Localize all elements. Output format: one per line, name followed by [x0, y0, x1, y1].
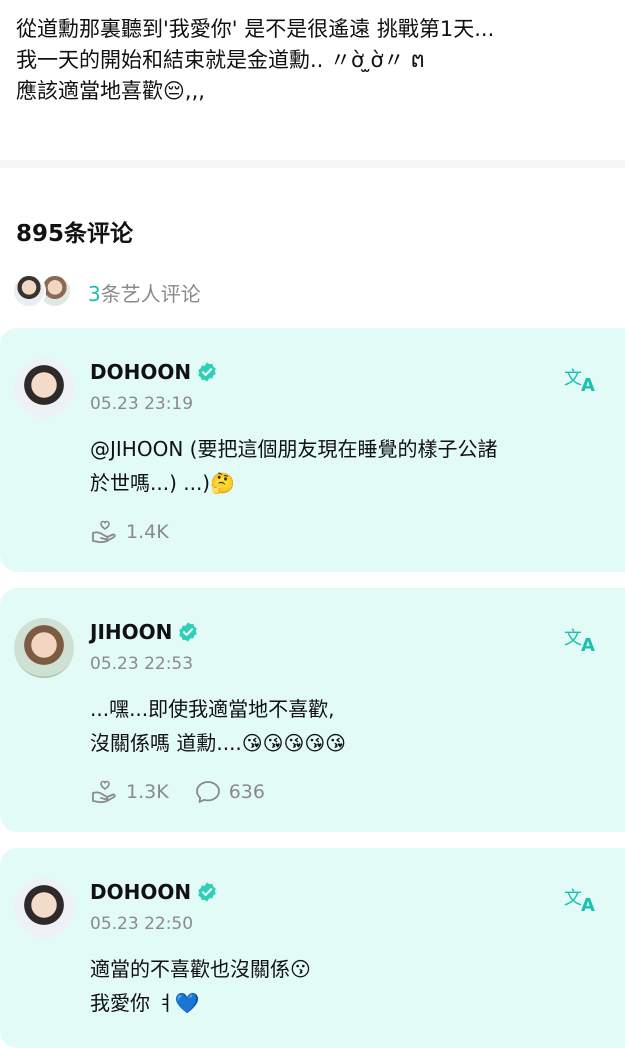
- comment-body: ...嘿...即使我適當地不喜歡, 沒關係嗎 道勳....😘😘😘😘😘: [90, 692, 610, 760]
- avatar[interactable]: [14, 618, 74, 678]
- comment-author[interactable]: DOHOON: [90, 360, 218, 384]
- comment-body: @JIHOON (要把這個朋友現在睡覺的樣子公諸 於世嗎...) ...)🤔: [90, 432, 610, 500]
- post-line: 應該適當地喜歡😔,,,: [16, 79, 205, 103]
- verified-badge-icon: [198, 362, 216, 382]
- artist-comment-count: 3: [88, 281, 101, 306]
- like-button[interactable]: 1.3K: [90, 779, 169, 805]
- svg-text:A: A: [581, 635, 595, 654]
- artist-comments-filter[interactable]: 3条艺人评论: [12, 272, 201, 312]
- hand-heart-icon: [92, 780, 116, 804]
- author-name: DOHOON: [90, 880, 192, 904]
- comment-time: 05.23 23:19: [90, 394, 194, 414]
- comment-author[interactable]: DOHOON: [90, 880, 218, 904]
- avatar[interactable]: [14, 878, 74, 938]
- svg-text:文: 文: [564, 888, 582, 909]
- comment-time: 05.23 22:50: [90, 914, 194, 934]
- comment-time: 05.23 22:53: [90, 654, 194, 674]
- speech-bubble-icon: [195, 781, 220, 803]
- reply-button[interactable]: 636: [195, 780, 265, 804]
- svg-text:A: A: [581, 375, 595, 394]
- hand-heart-icon: [92, 520, 116, 544]
- post-line: 我一天的開始和結束就是金道勳.. 〃ờ ̫ờ〃 ຕ: [16, 48, 425, 72]
- artist-comment-text: 条艺人评论: [100, 281, 201, 306]
- svg-text:文: 文: [564, 368, 582, 389]
- comment-author[interactable]: JIHOON: [90, 620, 199, 644]
- comment-line: 沒關係嗎 道勳....😘😘😘😘😘: [90, 731, 347, 755]
- translate-icon[interactable]: 文 A: [564, 364, 600, 394]
- comment-line: 於世嗎...) ...)🤔: [90, 471, 236, 495]
- svg-text:A: A: [581, 895, 595, 914]
- translate-icon[interactable]: 文 A: [564, 884, 600, 914]
- comment-line: ...嘿...即使我適當地不喜歡,: [90, 697, 335, 721]
- comment-actions: 1.3K 636: [90, 779, 291, 805]
- author-name: JIHOON: [90, 620, 173, 644]
- verified-badge-icon: [179, 622, 198, 642]
- artist-comments-label: 3条艺人评论: [88, 278, 201, 307]
- avatar: [12, 274, 46, 308]
- svg-text:文: 文: [564, 628, 582, 649]
- like-button[interactable]: 1.4K: [90, 519, 169, 545]
- comment-card: DOHOON 05.23 23:19 文 A @JIHOON (要把這個朋友現在…: [0, 328, 625, 572]
- author-name: DOHOON: [90, 360, 192, 384]
- section-divider: [0, 160, 625, 168]
- comment-body: 適當的不喜歡也沒關係😗 我愛你 ㅕ💙: [90, 952, 610, 1020]
- comment-actions: 1.4K: [90, 519, 195, 545]
- like-count: 1.3K: [126, 781, 169, 803]
- reply-count: 636: [228, 781, 265, 803]
- comment-line: 我愛你 ㅕ💙: [90, 991, 200, 1015]
- comment-card: DOHOON 05.23 22:50 文 A 適當的不喜歡也沒關係😗 我愛你 ㅕ…: [0, 848, 625, 1048]
- like-count: 1.4K: [126, 521, 169, 543]
- comment-card: JIHOON 05.23 22:53 文 A ...嘿...即使我適當地不喜歡,…: [0, 588, 625, 832]
- comment-line: @JIHOON (要把這個朋友現在睡覺的樣子公諸: [90, 437, 498, 461]
- post-text: 從道勳那裏聽到'我愛你' 是不是很遙遠 挑戰第1天... 我一天的開始和結束就是…: [16, 14, 616, 107]
- verified-badge-icon: [198, 882, 216, 902]
- comment-count-title: 895条评论: [16, 221, 134, 247]
- comment-line: 適當的不喜歡也沒關係😗: [90, 957, 311, 981]
- avatar[interactable]: [14, 358, 74, 418]
- post-line: 從道勳那裏聽到'我愛你' 是不是很遙遠 挑戰第1天...: [16, 17, 495, 41]
- artist-avatars: [12, 274, 82, 310]
- translate-icon[interactable]: 文 A: [564, 624, 600, 654]
